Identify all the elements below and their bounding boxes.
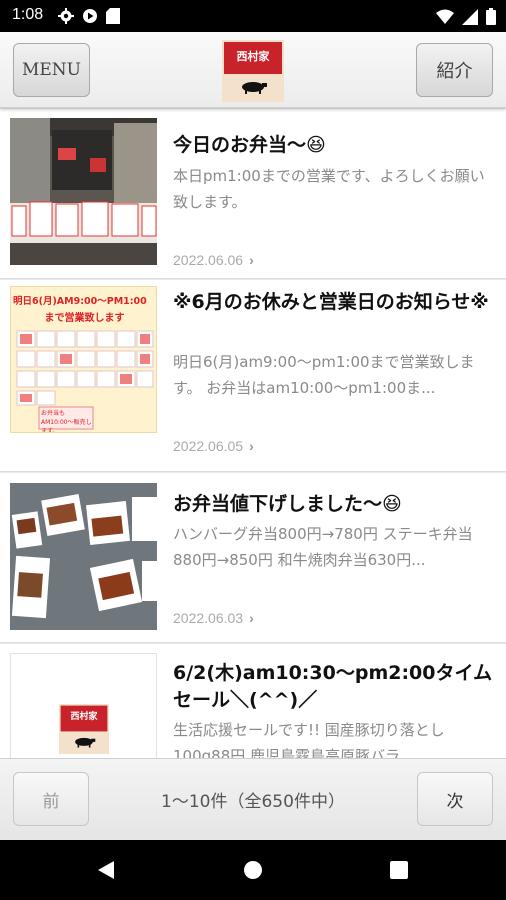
post-date-text: 2022.06.06 <box>173 252 244 268</box>
post-thumbnail <box>10 483 157 630</box>
logo-text: 西村家 <box>236 50 270 63</box>
post-excerpt: 明日6(月)am9:00〜pm1:00まで営業致します。 お弁当はam10:00… <box>173 353 475 397</box>
home-icon[interactable] <box>243 860 263 884</box>
thumb-text-top: 明日6(月)AM9:00〜PM1:00 <box>13 296 147 307</box>
post-title[interactable]: 6/2(木)am10:30〜pm2:00タイムセール＼(^^)／ <box>173 660 493 714</box>
post-date-text: 2022.06.03 <box>173 610 244 626</box>
thumb-text-bottom: お弁当もAM10:00〜販売します。 <box>41 410 92 433</box>
post-date: 2022.06.03 › <box>173 610 254 626</box>
chevron-right-icon: › <box>249 610 254 626</box>
status-bar: 1:08 <box>0 0 506 32</box>
prev-page-button[interactable]: 前 <box>13 772 89 826</box>
play-icon <box>82 8 98 28</box>
post-date: 2022.06.05 › <box>173 438 254 454</box>
chevron-right-icon: › <box>249 252 254 268</box>
thumb-text-mid: まで営業致します <box>44 313 125 324</box>
shop-logo[interactable]: 西村家 <box>222 40 284 102</box>
list-item[interactable]: 西村家 6/2(木)am10:30〜pm2:00タイムセール＼(^^)／ 生活応… <box>0 644 506 758</box>
status-time: 1:08 <box>12 6 44 23</box>
gear-icon <box>58 8 74 28</box>
signal-icon <box>462 8 478 29</box>
chevron-right-icon: › <box>249 438 254 454</box>
post-title[interactable]: ※6月のお休みと営業日のお知らせ※ <box>173 289 493 316</box>
post-excerpt: 本日pm1:00までの営業です、よろしくお願い致します。 <box>173 167 485 211</box>
system-nav-bar <box>0 840 506 900</box>
menu-button[interactable]: MENU <box>13 43 90 97</box>
post-thumbnail: 明日6(月)AM9:00〜PM1:00 まで営業致します お弁当もAM10:00… <box>10 286 157 433</box>
page-info: 1〜10件（全650件中） <box>161 792 345 812</box>
post-excerpt: ハンバーグ弁当800円→780円 ステーキ弁当880円→850円 和牛焼肉弁当6… <box>173 525 473 569</box>
post-thumbnail: 西村家 <box>10 653 157 758</box>
recents-icon[interactable] <box>390 861 408 883</box>
post-title[interactable]: お弁当値下げしました〜😆 <box>173 491 493 518</box>
app-header: MENU 西村家 紹介 <box>0 32 506 108</box>
list-item[interactable]: 明日6(月)AM9:00〜PM1:00 まで営業致します お弁当もAM10:00… <box>0 280 506 472</box>
list-item[interactable]: お弁当値下げしました〜😆 ハンバーグ弁当800円→780円 ステーキ弁当880円… <box>0 473 506 643</box>
post-excerpt: 生活応援セールです!! 国産豚切り落とし100g88円 鹿児島霧島高原豚バラ <box>173 721 445 758</box>
intro-button[interactable]: 紹介 <box>416 43 493 97</box>
post-thumbnail <box>10 118 157 265</box>
post-title[interactable]: 今日のお弁当〜😆 <box>173 132 493 159</box>
battery-icon <box>486 8 496 29</box>
post-list: 今日のお弁当〜😆 本日pm1:00までの営業です、よろしくお願い致します。 20… <box>0 109 506 758</box>
post-date: 2022.06.06 › <box>173 252 254 268</box>
wifi-icon <box>436 9 454 29</box>
next-page-button[interactable]: 次 <box>417 772 493 826</box>
sd-card-icon <box>106 8 120 28</box>
post-date-text: 2022.06.05 <box>173 438 244 454</box>
thumb-logo-text: 西村家 <box>70 712 98 722</box>
back-icon[interactable] <box>96 860 116 884</box>
list-item[interactable]: 今日のお弁当〜😆 本日pm1:00までの営業です、よろしくお願い致します。 20… <box>0 109 506 279</box>
pagination-bar: 前 1〜10件（全650件中） 次 <box>0 758 506 840</box>
